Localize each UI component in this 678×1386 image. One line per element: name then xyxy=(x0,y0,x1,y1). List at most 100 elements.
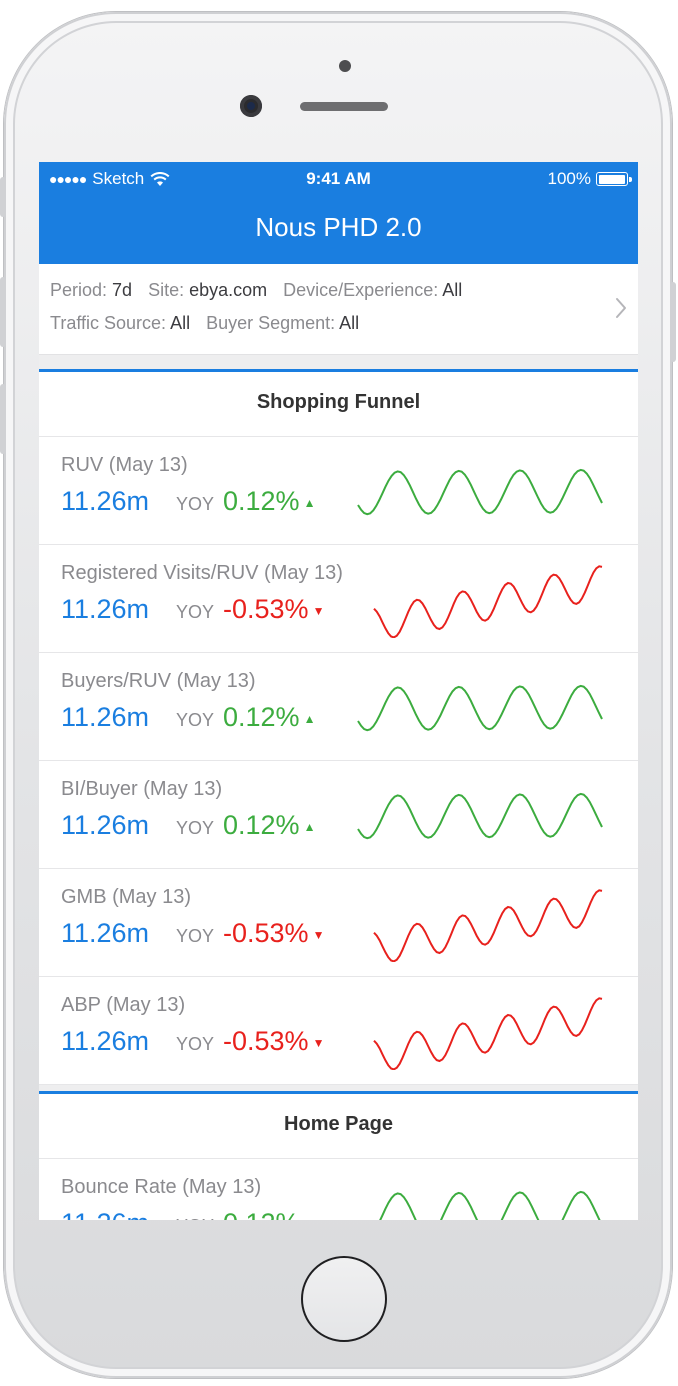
sparkline-chart xyxy=(373,565,603,638)
metric-value: 11.26m xyxy=(61,1208,149,1220)
yoy-label: YOY xyxy=(176,926,215,946)
trend-down-icon: ▼ xyxy=(312,603,325,618)
status-bar: ●●●●● Sketch 9:41 AM 100% xyxy=(39,162,638,198)
metric-row[interactable]: Buyers/RUV (May 13) 11.26m YOY 0.12% ▲ xyxy=(39,653,638,761)
battery-tip xyxy=(629,177,632,182)
navigation-bar: Nous PHD 2.0 xyxy=(39,198,638,264)
metric-value: 11.26m xyxy=(61,1026,150,1056)
filter-label: Traffic Source: xyxy=(50,313,171,333)
filter-label: Device/Experience: xyxy=(283,280,443,300)
metric-row[interactable]: BI/Buyer (May 13) 11.26m YOY 0.12% ▲ xyxy=(39,761,638,869)
metric-change-value: 0.12% xyxy=(223,1208,300,1220)
sparkline-path xyxy=(357,684,603,732)
sparkline-chart xyxy=(357,684,603,732)
metric-label: BI/Buyer (May 13) xyxy=(61,778,223,800)
sparkline-path xyxy=(379,1190,601,1220)
filter-item: Period: 7d xyxy=(50,280,132,300)
section-card: Shopping Funnel RUV (May 13) 11.26m YOY 0.12… xyxy=(39,369,638,1085)
yoy-label: YOY xyxy=(176,602,215,622)
metric-label: Bounce Rate (May 13) xyxy=(61,1176,262,1198)
metric-change: 0.12%▲ xyxy=(223,486,315,517)
sparkline-path xyxy=(357,792,603,840)
yoy-label: YOY xyxy=(176,1216,214,1220)
metric-label: ABP (May 13) xyxy=(61,994,186,1016)
sparkline-chart xyxy=(357,792,603,840)
filter-value: All xyxy=(339,313,360,333)
metric-label: RUV (May 13) xyxy=(61,454,188,476)
metric-value: 11.26m xyxy=(61,594,150,624)
trend-up-icon: ▲ xyxy=(303,495,316,510)
metric-change: -0.53% ▼ xyxy=(223,1026,324,1057)
metric-change-value: 0.12% xyxy=(223,810,300,840)
filter-label: Site: xyxy=(148,280,190,300)
battery-icon xyxy=(596,172,632,186)
proximity-sensor xyxy=(339,60,351,72)
sparkline-chart xyxy=(373,997,603,1070)
trend-up-icon: ▲ xyxy=(303,819,316,834)
section-title: Shopping Funnel xyxy=(39,372,638,437)
yoy-label: YOY xyxy=(176,494,215,514)
metric-label: Buyers/RUV (May 13) xyxy=(61,670,256,692)
filter-value: All xyxy=(170,313,191,333)
filter-label: Period: xyxy=(50,280,113,300)
metric-change: 0.12% ▲ xyxy=(223,1208,315,1220)
volume-up-button xyxy=(0,277,6,347)
power-button xyxy=(670,282,676,362)
metric-change: 0.12%▲ xyxy=(223,810,315,841)
metric-row[interactable]: Bounce Rate (May 13) 11.26m YOY 0.12% ▲ xyxy=(39,1159,638,1220)
sparkline-path xyxy=(373,997,603,1070)
metric-row[interactable]: RUV (May 13) 11.26m YOY 0.12% ▲ xyxy=(39,437,638,545)
filter-item: Site: ebya.com xyxy=(148,280,267,300)
sparkline-path xyxy=(373,565,603,638)
metric-value: 11.26m xyxy=(61,702,150,732)
filter-line-2: Traffic Source: All Buyer Segment: All xyxy=(50,313,375,334)
yoy-label: YOY xyxy=(176,710,215,730)
filter-item: Traffic Source: All xyxy=(50,313,190,333)
filter-bar[interactable]: Period: 7d Site: ebya.com Device/Experienc… xyxy=(39,264,638,355)
battery-percentage: 100% xyxy=(547,169,591,188)
filter-value: All xyxy=(442,280,463,300)
app-title: Nous PHD 2.0 xyxy=(255,212,422,242)
filter-line-1: Period: 7d Site: ebya.com Device/Experienc… xyxy=(50,280,478,301)
yoy-label: YOY xyxy=(176,818,215,838)
sparkline-path xyxy=(357,468,603,516)
metric-row[interactable]: Registered Visits/RUV (May 13) 11.26m YOY -… xyxy=(39,545,638,653)
app-screen: ●●●●● Sketch 9:41 AM 100% Nous PHD 2.0 P… xyxy=(39,162,638,1220)
sparkline-chart xyxy=(373,889,603,962)
metric-row[interactable]: ABP (May 13) 11.26m YOY -0.53% ▼ xyxy=(39,977,638,1085)
metric-change: 0.12%▲ xyxy=(223,702,315,733)
filter-item: Buyer Segment: All xyxy=(206,313,359,333)
home-button[interactable] xyxy=(301,1256,387,1342)
front-camera xyxy=(240,95,262,117)
metric-change-value: -0.53% xyxy=(223,918,309,948)
metric-label: GMB (May 13) xyxy=(61,886,192,908)
trend-up-icon: ▲ xyxy=(303,711,316,726)
metric-row[interactable]: GMB (May 13) 11.26m YOY -0.53% ▼ xyxy=(39,869,638,977)
chevron-right-icon[interactable] xyxy=(614,296,628,320)
earpiece-speaker xyxy=(300,102,388,111)
metric-label: Registered Visits/RUV (May 13) xyxy=(61,562,343,584)
trend-down-icon: ▼ xyxy=(312,1035,325,1050)
battery-fill xyxy=(598,174,625,184)
filter-item: Device/Experience: All xyxy=(283,280,462,300)
yoy-label: YOY xyxy=(176,1034,215,1054)
volume-down-button xyxy=(0,384,6,454)
filter-label: Buyer Segment: xyxy=(206,313,340,333)
trend-up-icon: ▲ xyxy=(304,1218,316,1220)
section-title: Home Page xyxy=(39,1094,638,1159)
metric-change-value: 0.12% xyxy=(223,702,300,732)
mute-switch xyxy=(0,177,6,217)
filter-value: 7d xyxy=(112,280,133,300)
sparkline-chart xyxy=(357,468,603,516)
sparkline-path xyxy=(373,889,603,962)
section-card: Home Page Bounce Rate (May 13) 11.26m YOY 0.… xyxy=(39,1091,638,1220)
metric-change: -0.53% ▼ xyxy=(223,594,324,625)
metric-value: 11.26m xyxy=(61,918,150,948)
metric-change: -0.53% ▼ xyxy=(223,918,324,949)
metric-change-value: -0.53% xyxy=(223,594,309,624)
filter-value: ebya.com xyxy=(189,280,268,300)
sparkline-chart xyxy=(379,1190,601,1220)
trend-down-icon: ▼ xyxy=(312,927,325,942)
metric-value: 11.26m xyxy=(61,486,150,516)
metric-change-value: -0.53% xyxy=(223,1026,309,1056)
